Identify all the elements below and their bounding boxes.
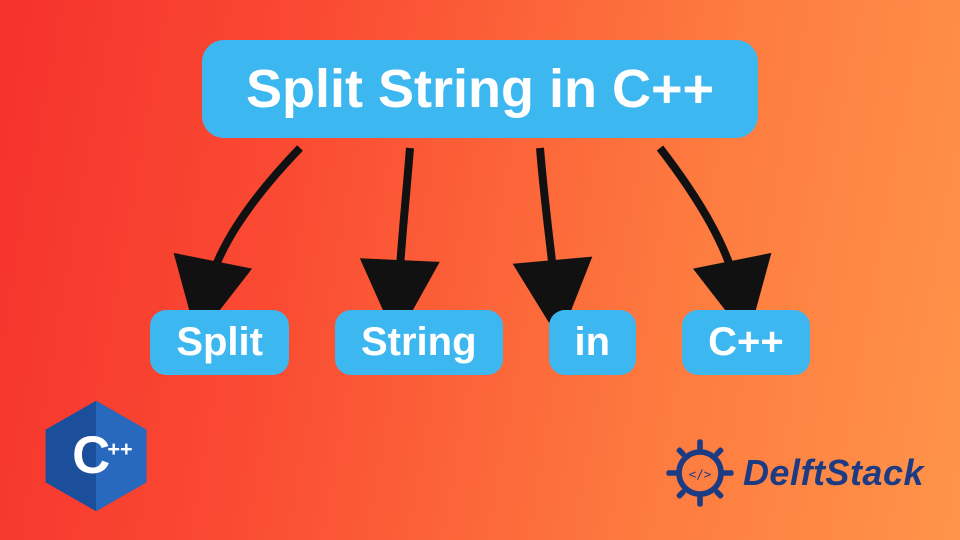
token-string: String [335, 310, 503, 375]
token-label: String [361, 320, 477, 364]
token-label: C++ [708, 320, 784, 364]
svg-text:</>: </> [689, 467, 712, 482]
delftstack-gear-icon: </> [665, 438, 735, 508]
brand-name: DelftStack [743, 452, 924, 494]
token-label: Split [176, 320, 263, 364]
svg-text:++: ++ [107, 436, 132, 461]
svg-text:C: C [72, 426, 110, 485]
delftstack-logo: </> DelftStack [665, 438, 924, 508]
token-row: Split String in C++ [0, 310, 960, 375]
token-label: in [575, 320, 611, 364]
token-split: Split [150, 310, 289, 375]
title-text: Split String in C++ [246, 59, 714, 119]
token-in: in [549, 310, 637, 375]
cpp-logo-icon: C ++ [36, 396, 156, 516]
title-box: Split String in C++ [202, 40, 758, 138]
token-cpp: C++ [682, 310, 810, 375]
